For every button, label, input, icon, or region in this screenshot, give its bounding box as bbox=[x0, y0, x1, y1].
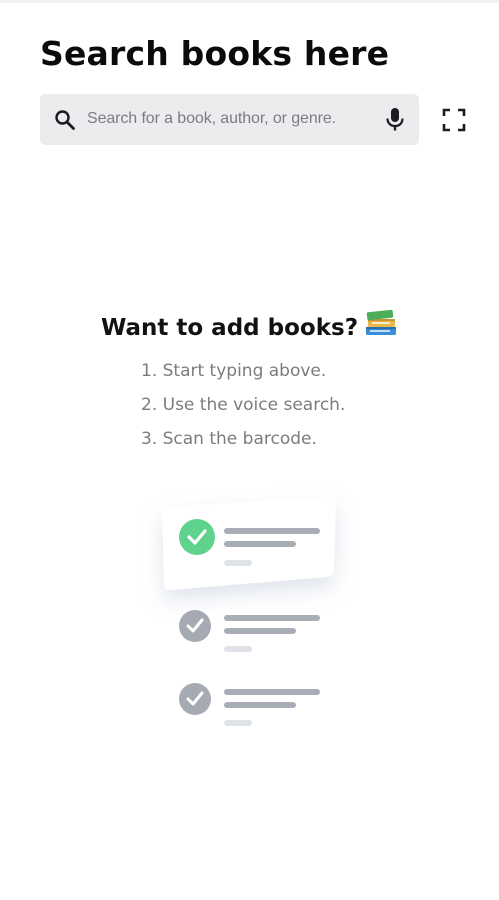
check-circle-icon bbox=[179, 683, 211, 715]
books-emoji-icon bbox=[366, 309, 397, 335]
search-input[interactable]: Search for a book, author, or genre. bbox=[87, 110, 336, 128]
instruction-list: 1. Start typing above. 2. Use the voice … bbox=[141, 358, 345, 460]
instruction-step: 3. Scan the barcode. bbox=[141, 429, 317, 449]
page-title: Search books here bbox=[40, 34, 390, 73]
instruction-step: 2. Use the voice search. bbox=[141, 395, 346, 415]
checklist-item-2 bbox=[179, 610, 320, 652]
empty-state-heading: Want to add books? bbox=[0, 308, 499, 341]
top-divider bbox=[0, 0, 499, 3]
search-bar[interactable]: Search for a book, author, or genre. bbox=[40, 94, 419, 145]
checklist-item-1 bbox=[179, 519, 320, 566]
empty-state-heading-text: Want to add books? bbox=[100, 315, 359, 341]
check-circle-icon bbox=[179, 610, 211, 642]
mic-icon[interactable] bbox=[381, 105, 409, 133]
check-circle-icon bbox=[179, 519, 215, 555]
search-icon bbox=[55, 110, 75, 130]
highlighted-card bbox=[162, 497, 336, 590]
barcode-scan-icon[interactable] bbox=[440, 106, 468, 134]
checklist-item-3 bbox=[179, 683, 320, 726]
instruction-step: 1. Start typing above. bbox=[141, 361, 327, 381]
search-screen: Search books here Search for a book, aut… bbox=[0, 0, 499, 900]
